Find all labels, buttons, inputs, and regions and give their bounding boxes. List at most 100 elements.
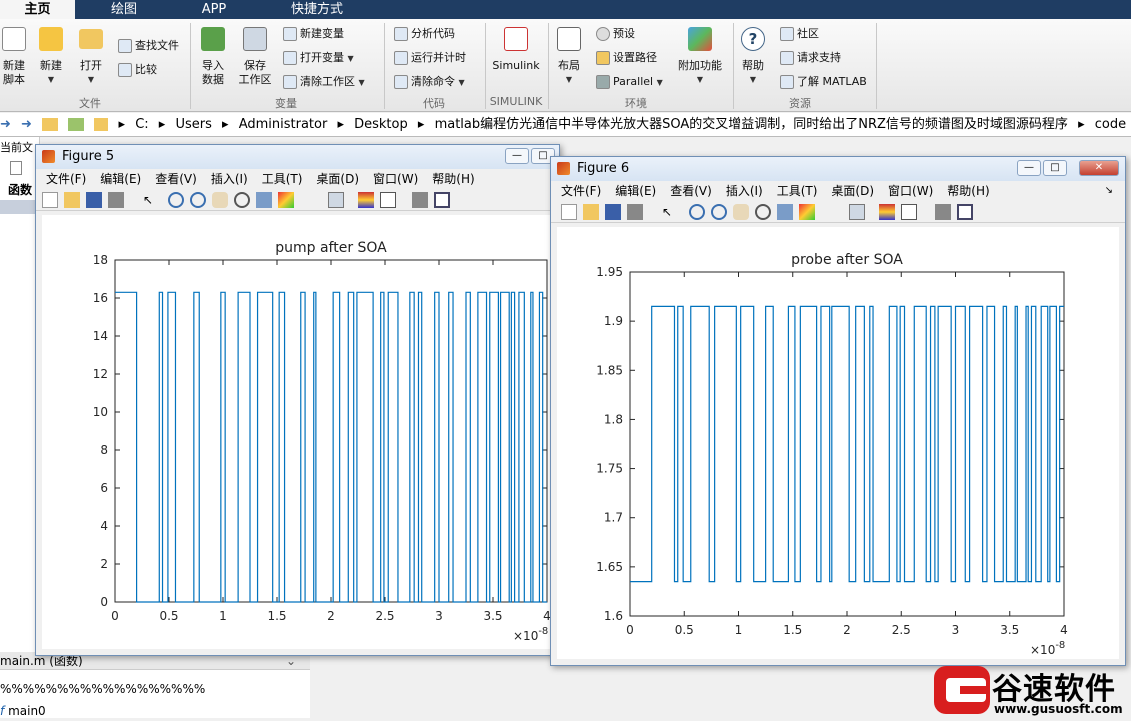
menu-desktop[interactable]: 桌面(D) bbox=[831, 184, 874, 198]
save-icon[interactable] bbox=[86, 192, 102, 208]
request-support-button[interactable]: 请求支持 bbox=[780, 50, 841, 66]
pan-hand-icon[interactable] bbox=[733, 204, 749, 220]
selected-file-row[interactable] bbox=[0, 200, 39, 214]
legend-icon[interactable] bbox=[901, 204, 917, 220]
zoom-in-icon[interactable] bbox=[689, 204, 705, 220]
figure-5-titlebar[interactable]: Figure 5 — □ bbox=[36, 145, 559, 169]
parallel-button[interactable]: Parallel ▼ bbox=[596, 74, 663, 91]
simulink-button[interactable]: Simulink bbox=[490, 27, 542, 73]
menu-view[interactable]: 查看(V) bbox=[670, 184, 712, 198]
minimize-button[interactable]: — bbox=[505, 148, 529, 164]
menu-edit[interactable]: 编辑(E) bbox=[100, 172, 141, 186]
forward-arrow-icon[interactable]: ➜ bbox=[21, 117, 32, 132]
pointer-icon[interactable]: ↖ bbox=[659, 204, 675, 220]
hide-plot-tools-icon[interactable] bbox=[412, 192, 428, 208]
show-plot-tools-icon[interactable] bbox=[434, 192, 450, 208]
legend-icon[interactable] bbox=[380, 192, 396, 208]
new-variable-button[interactable]: 新建变量 bbox=[283, 26, 344, 42]
menu-tools[interactable]: 工具(T) bbox=[262, 172, 303, 186]
zoom-out-icon[interactable] bbox=[711, 204, 727, 220]
zoom-out-icon[interactable] bbox=[190, 192, 206, 208]
link-plot-icon[interactable] bbox=[849, 204, 865, 220]
save-icon[interactable] bbox=[605, 204, 621, 220]
menu-tools[interactable]: 工具(T) bbox=[777, 184, 818, 198]
x-tick-label: 1.5 bbox=[267, 609, 286, 623]
path-segment-administrator[interactable]: Administrator bbox=[239, 117, 328, 132]
menu-help[interactable]: 帮助(H) bbox=[432, 172, 474, 186]
menu-window[interactable]: 窗口(W) bbox=[373, 172, 418, 186]
help-button[interactable]: ? 帮助 ▼ bbox=[738, 27, 768, 87]
dock-arrow-icon[interactable]: ↘ bbox=[1105, 181, 1113, 201]
close-button[interactable]: ✕ bbox=[1079, 160, 1119, 176]
new-figure-icon[interactable] bbox=[561, 204, 577, 220]
brush-icon[interactable] bbox=[799, 204, 815, 220]
open-button[interactable]: 打开 ▼ bbox=[76, 27, 106, 87]
minimize-button[interactable]: — bbox=[1017, 160, 1041, 176]
up-folder-icon[interactable] bbox=[42, 118, 59, 131]
menu-insert[interactable]: 插入(I) bbox=[726, 184, 763, 198]
hide-plot-tools-icon[interactable] bbox=[935, 204, 951, 220]
dropdown-arrow-icon: ▼ bbox=[358, 78, 365, 87]
menu-insert[interactable]: 插入(I) bbox=[211, 172, 248, 186]
figure-6-titlebar[interactable]: Figure 6 — □ ✕ bbox=[551, 157, 1125, 181]
rotate-3d-icon[interactable] bbox=[755, 204, 771, 220]
pointer-icon[interactable]: ↖ bbox=[140, 192, 156, 208]
run-and-time-button[interactable]: 运行并计时 bbox=[394, 50, 466, 66]
menu-view[interactable]: 查看(V) bbox=[155, 172, 197, 186]
link-plot-icon[interactable] bbox=[328, 192, 344, 208]
rotate-3d-icon[interactable] bbox=[234, 192, 250, 208]
community-button[interactable]: 社区 bbox=[780, 26, 819, 42]
menu-file[interactable]: 文件(F) bbox=[561, 184, 601, 198]
show-plot-tools-icon[interactable] bbox=[957, 204, 973, 220]
compare-button[interactable]: 比较 bbox=[118, 62, 157, 78]
path-segment-desktop[interactable]: Desktop bbox=[354, 117, 408, 132]
open-variable-button[interactable]: 打开变量 ▼ bbox=[283, 50, 354, 67]
menu-file[interactable]: 文件(F) bbox=[46, 172, 86, 186]
path-segment-project[interactable]: matlab编程仿光通信中半导体光放大器SOA的交叉增益调制，同时给出了NRZ信… bbox=[435, 117, 1068, 132]
new-script-button[interactable]: 新建 脚本 bbox=[0, 27, 28, 87]
open-file-icon[interactable] bbox=[64, 192, 80, 208]
new-button[interactable]: 新建 ▼ bbox=[36, 27, 66, 87]
print-icon[interactable] bbox=[627, 204, 643, 220]
layout-button[interactable]: 布局 ▼ bbox=[554, 27, 584, 87]
path-segment-users[interactable]: Users bbox=[175, 117, 211, 132]
zoom-in-icon[interactable] bbox=[168, 192, 184, 208]
add-ons-button[interactable]: 附加功能 ▼ bbox=[674, 27, 726, 87]
clear-commands-button[interactable]: 清除命令 ▼ bbox=[394, 74, 465, 91]
data-cursor-icon[interactable] bbox=[256, 192, 272, 208]
brush-icon[interactable] bbox=[278, 192, 294, 208]
set-path-button[interactable]: 设置路径 bbox=[596, 50, 657, 66]
menu-window[interactable]: 窗口(W) bbox=[888, 184, 933, 198]
find-files-button[interactable]: 查找文件 bbox=[118, 38, 179, 54]
new-figure-icon[interactable] bbox=[42, 192, 58, 208]
tab-plots[interactable]: 绘图 bbox=[85, 0, 163, 19]
path-separator-icon: ▸ bbox=[222, 117, 229, 132]
clear-workspace-button[interactable]: 清除工作区 ▼ bbox=[283, 74, 365, 91]
figure-5-toolbar: ↖ bbox=[36, 189, 559, 211]
menu-help[interactable]: 帮助(H) bbox=[947, 184, 989, 198]
tab-home[interactable]: 主页 bbox=[0, 0, 75, 19]
current-folder-address-bar[interactable]: ➜ ➜ ▸ C: ▸ Users ▸ Administrator ▸ Deskt… bbox=[0, 113, 1131, 137]
tab-shortcuts[interactable]: 快捷方式 bbox=[262, 0, 372, 19]
open-file-icon[interactable] bbox=[583, 204, 599, 220]
pan-hand-icon[interactable] bbox=[212, 192, 228, 208]
data-cursor-icon[interactable] bbox=[777, 204, 793, 220]
menu-desktop[interactable]: 桌面(D) bbox=[316, 172, 359, 186]
colorbar-icon[interactable] bbox=[358, 192, 374, 208]
file-icon bbox=[10, 161, 22, 175]
preferences-button[interactable]: 预设 bbox=[596, 26, 635, 42]
print-icon[interactable] bbox=[108, 192, 124, 208]
browse-folder-icon[interactable] bbox=[68, 118, 85, 131]
tab-apps[interactable]: APP bbox=[175, 0, 253, 19]
import-data-button[interactable]: 导入 数据 bbox=[198, 27, 228, 87]
learn-matlab-button[interactable]: 了解 MATLAB bbox=[780, 74, 867, 90]
menu-edit[interactable]: 编辑(E) bbox=[615, 184, 656, 198]
save-workspace-button[interactable]: 保存 工作区 bbox=[236, 27, 274, 87]
maximize-button[interactable]: □ bbox=[1043, 160, 1067, 176]
back-arrow-icon[interactable]: ➜ bbox=[0, 117, 11, 132]
colorbar-icon[interactable] bbox=[879, 204, 895, 220]
main-tab-bar: 主页 绘图 APP 快捷方式 bbox=[0, 0, 1131, 19]
analyze-code-button[interactable]: 分析代码 bbox=[394, 26, 455, 42]
path-segment-drive[interactable]: C: bbox=[135, 117, 148, 132]
path-segment-code[interactable]: code bbox=[1095, 117, 1126, 132]
